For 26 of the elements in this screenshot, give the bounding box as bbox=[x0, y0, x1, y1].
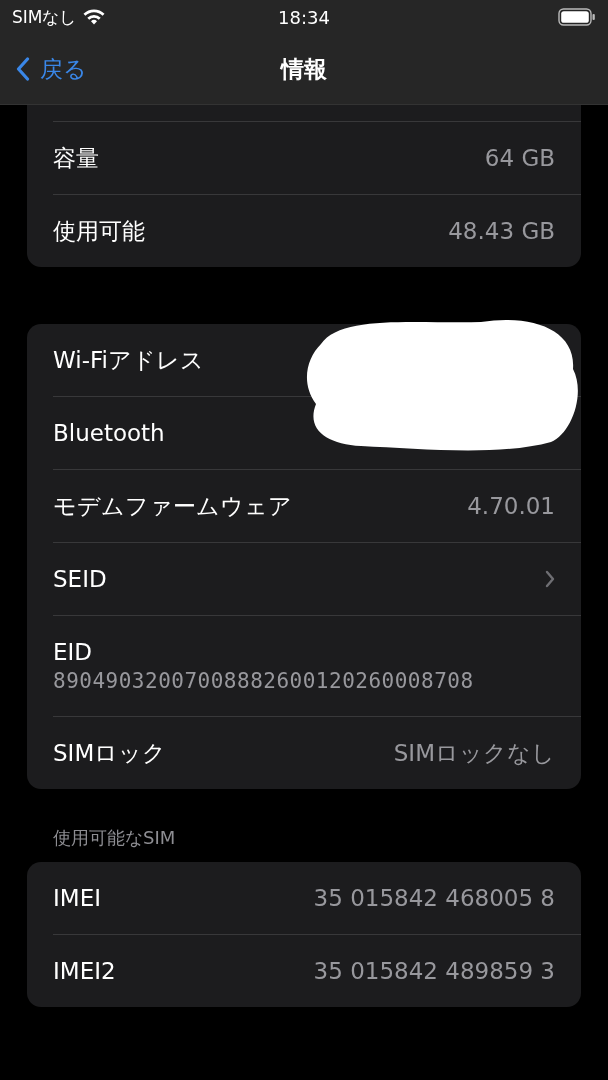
back-chevron-icon bbox=[16, 57, 30, 81]
clock-time: 18:34 bbox=[278, 6, 330, 28]
row-label: SEID bbox=[53, 566, 107, 592]
row-label: IMEI2 bbox=[53, 958, 116, 984]
section-header: 使用可能なSIM bbox=[52, 826, 177, 850]
page-title: 情報 bbox=[281, 54, 327, 84]
row-value: 35 015842 489859 3 bbox=[313, 958, 555, 984]
wifi-icon bbox=[82, 8, 107, 26]
back-button[interactable]: 戻る bbox=[0, 53, 87, 85]
row-label: EID bbox=[53, 639, 93, 665]
row-value: 4.70.01 bbox=[467, 493, 555, 519]
chevron-icon bbox=[545, 570, 555, 588]
row-label: Bluetooth bbox=[53, 420, 165, 446]
row-label: 使用可能 bbox=[53, 216, 145, 246]
row-label: 容量 bbox=[53, 143, 99, 173]
carrier-label: SIMなし bbox=[12, 5, 77, 29]
battery-icon bbox=[558, 8, 596, 26]
row-label: モデムファームウェア bbox=[53, 491, 292, 521]
row-value: 89049032007008882600120260008708 bbox=[53, 669, 474, 693]
row-value: 64 GB bbox=[484, 145, 555, 171]
row-value: SIMロックなし bbox=[393, 738, 555, 768]
row-label: IMEI bbox=[53, 885, 101, 911]
row-value: 48.43 GB bbox=[448, 218, 555, 244]
row-value: 35 015842 468005 8 bbox=[313, 885, 555, 911]
row-label: Wi-Fiアドレス bbox=[53, 345, 204, 375]
row-label: SIMロック bbox=[53, 738, 167, 768]
